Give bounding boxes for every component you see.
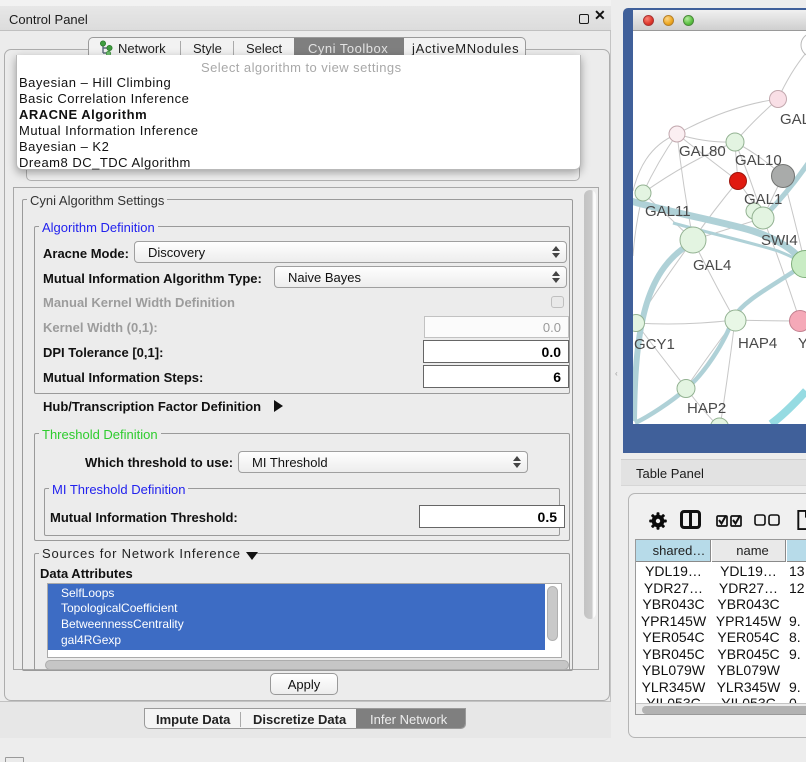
svg-text:SWI4: SWI4 <box>761 232 798 249</box>
svg-text:GAL11: GAL11 <box>645 203 691 220</box>
svg-text:GCY1: GCY1 <box>634 336 675 353</box>
svg-text:HAP4: HAP4 <box>738 335 777 352</box>
svg-text:GAL4: GAL4 <box>693 257 731 274</box>
svg-text:GAL1: GAL1 <box>744 191 782 208</box>
svg-text:GAL80: GAL80 <box>679 143 726 160</box>
svg-text:Y: Y <box>798 335 806 352</box>
svg-text:HAP2: HAP2 <box>687 400 726 417</box>
svg-text:GAL: GAL <box>780 111 806 128</box>
svg-text:GAL10: GAL10 <box>735 152 782 169</box>
